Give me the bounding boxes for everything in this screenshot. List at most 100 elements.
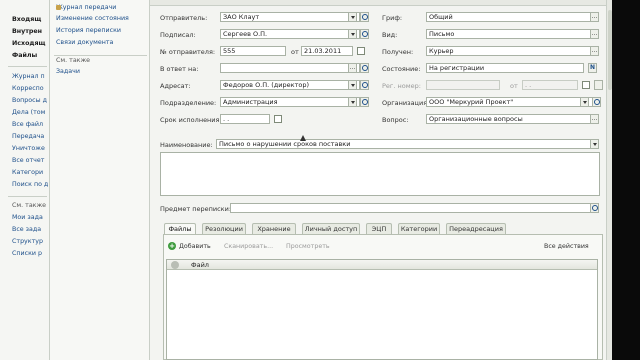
department-field[interactable]: Администрация (220, 97, 360, 107)
chevron-down-icon[interactable] (348, 97, 357, 107)
sidebar-item-my-tasks[interactable]: Мои зада (12, 214, 43, 221)
sidebar-see-also-label: См. также (12, 202, 47, 209)
search-icon[interactable] (360, 29, 369, 39)
state-label: Состояние: (382, 65, 421, 73)
add-button[interactable]: Добавить (179, 243, 211, 250)
state-field[interactable]: На регистрации (426, 63, 584, 73)
select-button[interactable] (590, 29, 599, 39)
sidebar-item-correspondents[interactable]: Корреспо (12, 85, 44, 92)
reg-date-label: от (510, 82, 518, 90)
sender-date-label: от (291, 48, 299, 56)
sidebar-item-categories[interactable]: Категори (12, 169, 43, 176)
sidebar-item-cases[interactable]: Дела (том (12, 109, 45, 116)
sidebar-divider (8, 196, 47, 197)
sender-date-field[interactable]: 21.03.2011 (301, 46, 353, 56)
tab-storage[interactable]: Хранение (252, 223, 296, 234)
sender-label: Отправитель: (160, 14, 208, 22)
sender-number-label: № отправителя: (160, 48, 216, 56)
scan-button[interactable]: Сканировать... (224, 243, 273, 250)
deadline-field[interactable]: . . (220, 114, 270, 124)
search-icon[interactable] (592, 97, 601, 107)
calendar-icon[interactable] (357, 47, 365, 55)
chevron-down-icon[interactable] (590, 139, 599, 149)
select-button[interactable] (590, 46, 599, 56)
sidebar-item-journal[interactable]: Журнал п (12, 73, 45, 80)
reg-date-field: . . (522, 80, 578, 90)
reg-number-label: Рег. номер: (382, 82, 421, 90)
link-document-relations[interactable]: Связи документа (56, 39, 113, 46)
select-button[interactable] (590, 114, 599, 124)
tab-forwarding[interactable]: Переадресация (446, 223, 506, 234)
in-reply-field[interactable] (220, 63, 360, 73)
sidebar-item-search[interactable]: Поиск по д (12, 181, 48, 188)
search-icon[interactable] (360, 12, 369, 22)
sidebar-item-all-reports[interactable]: Все отчет (12, 157, 44, 164)
vertical-scrollbar[interactable] (606, 0, 612, 360)
sidebar-item-outgoing[interactable]: Исходящ (12, 40, 45, 47)
sidebar-item-structure[interactable]: Структур (12, 238, 43, 245)
search-icon[interactable] (360, 63, 369, 73)
subject-label: Предмет переписки: (160, 205, 232, 213)
chevron-down-icon[interactable] (348, 29, 357, 39)
sender-field[interactable]: ЗАО Клаут (220, 12, 360, 22)
select-button[interactable] (348, 63, 357, 73)
addressee-label: Адресат: (160, 82, 191, 90)
addressee-field[interactable]: Федоров О.П. (директор) (220, 80, 360, 90)
sidebar-item-incoming[interactable]: Входящ (12, 16, 41, 23)
tab-personal-access[interactable]: Личный доступ (302, 223, 360, 234)
received-label: Получен: (382, 48, 414, 56)
chevron-down-icon[interactable] (348, 80, 357, 90)
see-also-label: См. также (56, 57, 91, 64)
link-correspondence-history[interactable]: История переписки (56, 27, 121, 34)
view-button[interactable]: Просмотреть (286, 243, 330, 250)
scrollbar-thumb[interactable] (608, 10, 612, 90)
tab-categories[interactable]: Категории (398, 223, 440, 234)
column-header-file[interactable]: Файл (191, 261, 209, 269)
organization-field[interactable]: ООО "Меркурий Проект" (426, 97, 596, 107)
search-icon[interactable] (590, 203, 599, 213)
search-icon[interactable] (360, 97, 369, 107)
signed-label: Подписал: (160, 31, 196, 39)
signed-field[interactable]: Сергеев О.П. (220, 29, 360, 39)
department-label: Подразделение: (160, 99, 217, 107)
subject-field[interactable] (230, 203, 596, 213)
all-actions-button[interactable]: Все действия (544, 243, 589, 250)
link-transfer-journal[interactable]: Журнал передачи (56, 4, 116, 11)
sidebar-item-lists[interactable]: Списки р (12, 250, 42, 257)
received-field[interactable]: Курьер (426, 46, 596, 56)
journal-icon (56, 5, 61, 10)
title-field[interactable]: Письмо о нарушении сроков поставки (216, 139, 596, 149)
deadline-label: Срок исполнения: (160, 116, 222, 124)
tab-files[interactable]: Файлы (164, 223, 196, 234)
files-grid[interactable]: Файл (166, 259, 598, 360)
tab-resolutions[interactable]: Резолюции (202, 223, 246, 234)
form-toolbar (150, 0, 606, 6)
tab-digital-signature[interactable]: ЭЦП (366, 223, 392, 234)
sender-number-field[interactable]: 555 (220, 46, 286, 56)
link-label: Журнал передачи (56, 4, 117, 11)
sidebar-item-files[interactable]: Файлы (12, 52, 37, 59)
stamp-field[interactable]: Общий (426, 12, 596, 22)
n-button (594, 80, 603, 90)
sidebar-item-transfer[interactable]: Передача (12, 133, 44, 140)
document-form: Отправитель: ЗАО Клаут Подписал: Сергеев… (150, 0, 606, 360)
type-field[interactable]: Письмо (426, 29, 596, 39)
chevron-down-icon[interactable] (580, 97, 589, 107)
search-icon[interactable] (360, 80, 369, 90)
stamp-label: Гриф: (382, 14, 403, 22)
calendar-icon[interactable] (274, 115, 282, 123)
link-state-change[interactable]: Изменение состояния (56, 15, 129, 22)
sidebar-item-all-tasks[interactable]: Все зада (12, 226, 41, 233)
sidebar-item-all-files[interactable]: Все файл (12, 121, 43, 128)
link-tasks[interactable]: Задачи (56, 68, 80, 75)
sidebar-item-internal[interactable]: Внутрен (12, 28, 42, 35)
description-textarea[interactable] (160, 152, 600, 196)
select-button[interactable] (590, 12, 599, 22)
status-icon (171, 261, 179, 269)
sidebar-item-questions[interactable]: Вопросы д (12, 97, 47, 104)
question-field[interactable]: Организационные вопросы (426, 114, 596, 124)
chevron-down-icon[interactable] (348, 12, 357, 22)
in-reply-label: В ответ на: (160, 65, 199, 73)
n-button[interactable]: N (588, 63, 597, 73)
sidebar-item-destruction[interactable]: Уничтоже (12, 145, 45, 152)
